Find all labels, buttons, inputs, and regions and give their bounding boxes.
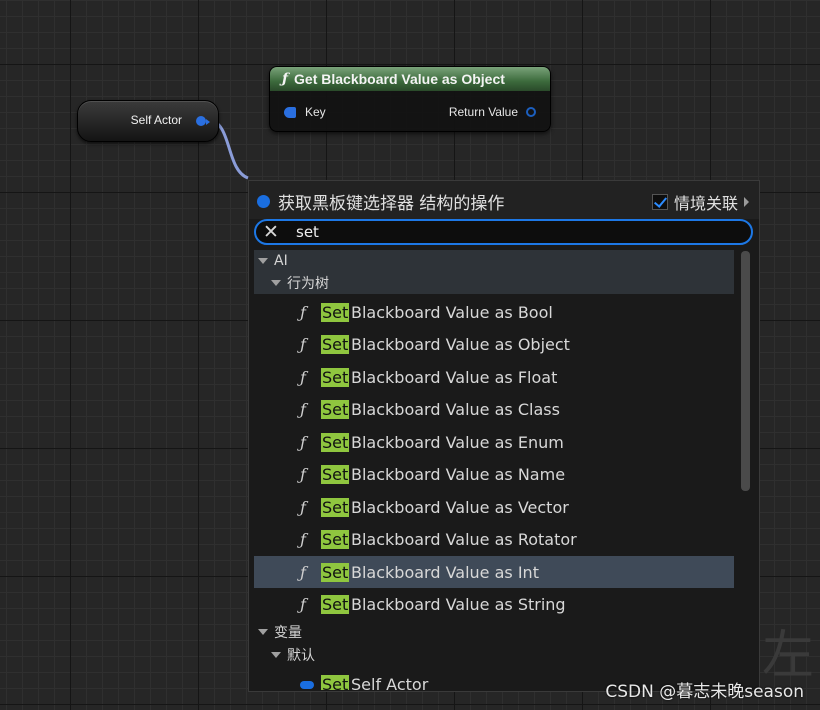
search-match-highlight: Set [321, 594, 350, 614]
category-variables[interactable]: 变量 [254, 621, 734, 643]
category-label: AI [274, 253, 288, 269]
list-item[interactable]: ƒ Set Blackboard Value as Object [254, 328, 734, 360]
node-header: ƒ Get Blackboard Value as Object [270, 67, 550, 91]
item-label: Blackboard Value as String [351, 594, 566, 614]
list-item[interactable]: ƒ Set Blackboard Value as Name [254, 458, 734, 490]
action-list: AI 行为树 ƒ Set Blackboard Value as Bool ƒ … [254, 250, 734, 690]
category-label: 默认 [287, 648, 315, 664]
category-behavior-tree[interactable]: 行为树 [254, 272, 734, 294]
search-match-highlight: Set [321, 529, 350, 549]
self-actor-label: Self Actor [130, 113, 182, 127]
list-item[interactable]: ƒ Set Blackboard Value as Float [254, 361, 734, 393]
search-match-highlight: Set [321, 464, 350, 484]
item-label: Blackboard Value as Vector [351, 497, 569, 517]
function-icon: ƒ [300, 334, 306, 354]
key-input-pin[interactable]: Key [284, 105, 326, 119]
function-icon: ƒ [300, 497, 306, 517]
collapse-arrow-icon[interactable] [258, 629, 268, 635]
item-label: Blackboard Value as Float [351, 367, 558, 387]
function-icon: ƒ [300, 594, 306, 614]
context-sensitive-label: 情境关联 [673, 194, 738, 213]
self-actor-output-pin[interactable] [196, 115, 210, 127]
search-match-highlight: Set [321, 302, 350, 322]
collapse-arrow-icon[interactable] [258, 258, 268, 264]
function-icon: ƒ [300, 432, 306, 452]
menu-title-text: 获取黑板键选择器 结构的操作 [278, 194, 505, 214]
list-item[interactable]: ƒ Set Blackboard Value as String [254, 588, 734, 620]
category-label: 行为树 [287, 276, 329, 292]
item-label: Blackboard Value as Enum [351, 432, 564, 452]
search-match-highlight: Set [321, 334, 350, 354]
key-label: Key [305, 105, 326, 119]
menu-header: 获取黑板键选择器 结构的操作 情境关联 [249, 181, 759, 219]
search-match-highlight: Set [321, 562, 350, 582]
item-label: Blackboard Value as Name [351, 464, 566, 484]
category-default[interactable]: 默认 [254, 644, 734, 666]
struct-pin-icon [284, 106, 296, 118]
checkbox-icon[interactable] [651, 194, 668, 210]
search-match-highlight: Set [321, 674, 350, 690]
search-match-highlight: Set [321, 432, 350, 452]
list-item[interactable]: ƒ Set Blackboard Value as Vector [254, 491, 734, 523]
list-item[interactable]: ƒ Set Blackboard Value as Bool [254, 296, 734, 328]
return-value-label: Return Value [448, 105, 518, 119]
item-label: Blackboard Value as Int [351, 562, 539, 582]
context-sensitive-toggle[interactable]: 情境关联 [651, 190, 749, 214]
menu-title: 获取黑板键选择器 结构的操作 [257, 189, 504, 214]
item-label: Blackboard Value as Bool [351, 302, 553, 322]
item-label: Blackboard Value as Class [351, 399, 560, 419]
item-label: Blackboard Value as Rotator [351, 529, 577, 549]
variable-pin-icon [300, 681, 314, 689]
function-icon: ƒ [300, 562, 306, 582]
list-item-selected[interactable]: ƒ Set Blackboard Value as Int [254, 556, 734, 588]
collapse-arrow-icon[interactable] [271, 280, 281, 286]
self-actor-node[interactable]: Self Actor [77, 100, 219, 142]
watermark: CSDN @暮志未晚season [605, 682, 804, 702]
function-icon: ƒ [300, 464, 306, 484]
search-box[interactable]: ✕ [254, 219, 753, 245]
list-scrollbar[interactable] [741, 251, 750, 491]
struct-type-icon [257, 195, 270, 208]
return-value-pin[interactable]: Return Value [449, 105, 536, 119]
search-match-highlight: Set [321, 399, 350, 419]
category-ai[interactable]: AI [254, 250, 734, 272]
expand-arrow-icon[interactable] [744, 197, 749, 207]
object-pin-icon [526, 107, 536, 117]
action-menu: 获取黑板键选择器 结构的操作 情境关联 ✕ AI 行为树 ƒ Set Black… [248, 180, 760, 692]
function-icon: ƒ [300, 367, 306, 387]
collapse-arrow-icon[interactable] [271, 652, 281, 658]
search-input[interactable] [296, 222, 696, 242]
list-item[interactable]: ƒ Set Blackboard Value as Rotator [254, 523, 734, 555]
list-item[interactable]: ƒ Set Blackboard Value as Class [254, 393, 734, 425]
item-label: Self Actor [351, 674, 429, 691]
search-match-highlight: Set [321, 497, 350, 517]
function-icon: ƒ [300, 302, 306, 322]
get-blackboard-value-node[interactable]: ƒ Get Blackboard Value as Object Key Ret… [269, 66, 551, 132]
list-item[interactable]: ƒ Set Blackboard Value as Enum [254, 426, 734, 458]
node-title: Get Blackboard Value as Object [294, 71, 505, 87]
search-match-highlight: Set [321, 367, 350, 387]
function-icon: ƒ [282, 71, 289, 87]
category-label: 变量 [274, 625, 302, 641]
clear-search-icon[interactable]: ✕ [263, 222, 279, 242]
function-icon: ƒ [300, 399, 306, 419]
function-icon: ƒ [300, 529, 306, 549]
item-label: Blackboard Value as Object [351, 334, 570, 354]
